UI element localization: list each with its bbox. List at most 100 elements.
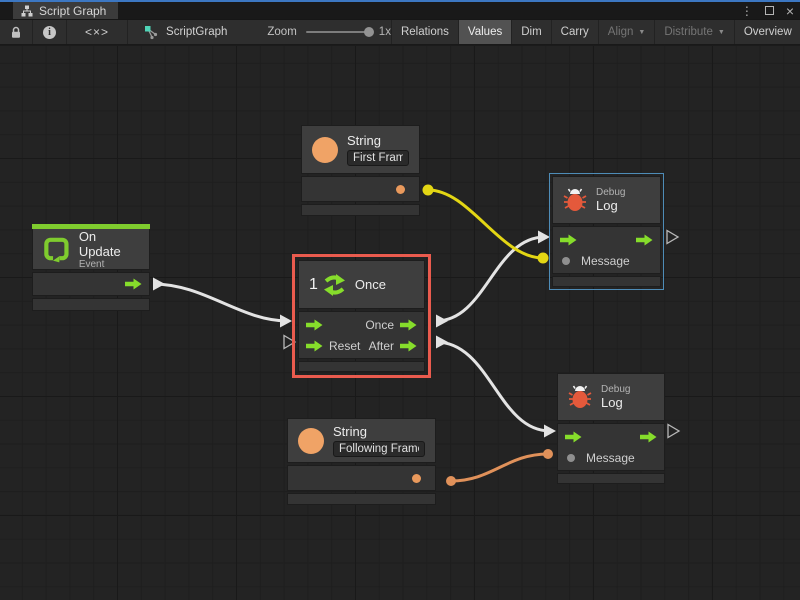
relations-button[interactable]: Relations <box>392 20 459 44</box>
node-header[interactable]: Debug Log <box>552 176 661 224</box>
zoom-slider-handle[interactable] <box>364 27 374 37</box>
node-subtitle: Event <box>79 259 139 270</box>
wire-firstframe-to-message <box>428 190 543 258</box>
node-title: Log <box>601 395 630 410</box>
flow-input-port[interactable] <box>306 319 323 331</box>
node-port-row <box>287 465 436 491</box>
message-input-port[interactable] <box>562 257 570 265</box>
unconnected-port-triangle[interactable] <box>668 425 679 438</box>
node-footer <box>557 473 665 484</box>
string-value-input[interactable] <box>333 441 425 457</box>
node-string-first-frame[interactable]: String <box>301 125 420 216</box>
node-header[interactable]: 1 Once <box>298 260 425 309</box>
tab-title: Script Graph <box>39 4 106 18</box>
node-subtitle: Debug <box>596 187 625 198</box>
port-label-message: Message <box>581 254 630 268</box>
code-icon: <×> <box>85 25 109 39</box>
on-update-loop-icon <box>43 235 70 263</box>
script-graph-window: Script Graph ⋮ × i <×> <box>0 0 800 600</box>
chevron-down-icon: ▼ <box>638 29 645 36</box>
align-dropdown[interactable]: Align▼ <box>599 20 656 44</box>
zoom-control: Zoom 1x <box>267 20 391 44</box>
node-once[interactable]: 1 Once Once Reset <box>298 260 425 372</box>
graph-hierarchy-icon <box>21 5 33 17</box>
tab-script-graph[interactable]: Script Graph <box>13 2 118 19</box>
dim-button[interactable]: Dim <box>512 20 551 44</box>
node-string-following-frames[interactable]: String <box>287 418 436 505</box>
node-header[interactable]: On Update Event <box>32 229 150 270</box>
flow-output-port[interactable] <box>125 278 142 290</box>
node-debug-log-top[interactable]: Debug Log Message <box>552 176 661 287</box>
wire-onupdate-to-once <box>153 284 288 321</box>
debug-flow-row <box>558 426 664 447</box>
port-label-message: Message <box>586 451 635 465</box>
port-label-once: Once <box>365 318 394 332</box>
carry-button[interactable]: Carry <box>552 20 599 44</box>
graph-breadcrumb[interactable]: ScriptGraph <box>132 20 239 44</box>
wire-after-to-debugbottom <box>436 342 550 431</box>
node-header[interactable]: String <box>287 418 436 463</box>
close-icon[interactable]: × <box>786 4 794 18</box>
lock-icon <box>10 26 22 39</box>
once-count-badge: 1 <box>309 276 318 294</box>
node-title: Log <box>596 198 625 213</box>
debug-flow-row <box>553 229 660 250</box>
info-button[interactable]: i <box>33 20 67 44</box>
zoom-slider[interactable] <box>306 31 370 33</box>
wire-cap <box>280 315 292 328</box>
window-menu-icon[interactable]: ⋮ <box>741 5 753 17</box>
debug-message-row: Message <box>558 447 664 468</box>
lock-button[interactable] <box>0 20 33 44</box>
flow-output-port[interactable] <box>636 234 653 246</box>
graph-canvas[interactable]: String On Update Even <box>0 46 800 600</box>
distribute-dropdown[interactable]: Distribute▼ <box>655 20 735 44</box>
node-footer <box>287 493 436 505</box>
wire-cap <box>436 336 448 349</box>
wire-cap <box>153 278 165 291</box>
wire-once-to-debugtop <box>436 237 545 321</box>
overview-button[interactable]: Overview <box>735 20 800 44</box>
flow-output-port-after[interactable] <box>400 340 417 352</box>
maximize-icon[interactable] <box>765 6 774 15</box>
node-header[interactable]: String <box>301 125 420 174</box>
code-preview-button[interactable]: <×> <box>67 20 128 44</box>
toolbar-left-group: i <×> <box>0 20 128 44</box>
node-on-update[interactable]: On Update Event <box>32 224 150 311</box>
flow-output-port-once[interactable] <box>400 319 417 331</box>
node-title: String <box>347 133 409 148</box>
bug-icon <box>568 385 592 409</box>
tab-bar: Script Graph ⋮ × <box>0 2 800 19</box>
graph-breadcrumb-label: ScriptGraph <box>166 26 227 38</box>
port-label-reset: Reset <box>329 339 360 353</box>
script-graph-icon <box>144 25 159 40</box>
flow-input-port[interactable] <box>565 431 582 443</box>
port-label-after: After <box>369 339 394 353</box>
once-port-row-1: Once <box>299 314 424 335</box>
message-input-port[interactable] <box>567 454 575 462</box>
string-value-input[interactable] <box>347 150 409 166</box>
node-port-section: Message <box>557 423 665 471</box>
node-header[interactable]: Debug Log <box>557 373 665 421</box>
node-port-section: Message <box>552 226 661 274</box>
string-output-port[interactable] <box>396 185 405 194</box>
node-debug-log-bottom[interactable]: Debug Log Message <box>557 373 665 484</box>
flow-input-port-reset[interactable] <box>306 340 323 352</box>
wire-dot <box>543 449 553 459</box>
wire-cap <box>436 315 448 328</box>
flow-output-port[interactable] <box>640 431 657 443</box>
unconnected-port-triangle[interactable] <box>667 231 678 244</box>
wire-followingframes-to-message <box>451 454 548 481</box>
toolbar-right-group: Relations Values Dim Carry Align▼ Distri… <box>391 20 800 44</box>
wire-dot <box>423 185 434 196</box>
wire-cap <box>544 425 556 438</box>
window-controls: ⋮ × <box>741 2 794 19</box>
bug-icon <box>563 188 587 212</box>
values-button[interactable]: Values <box>459 20 512 44</box>
string-output-port[interactable] <box>412 474 421 483</box>
flow-input-port[interactable] <box>560 234 577 246</box>
once-port-row-2: Reset After <box>299 335 424 356</box>
node-footer <box>552 276 661 287</box>
debug-message-row: Message <box>553 250 660 271</box>
node-title: String <box>333 424 425 439</box>
unconnected-port-triangle[interactable] <box>284 336 295 349</box>
